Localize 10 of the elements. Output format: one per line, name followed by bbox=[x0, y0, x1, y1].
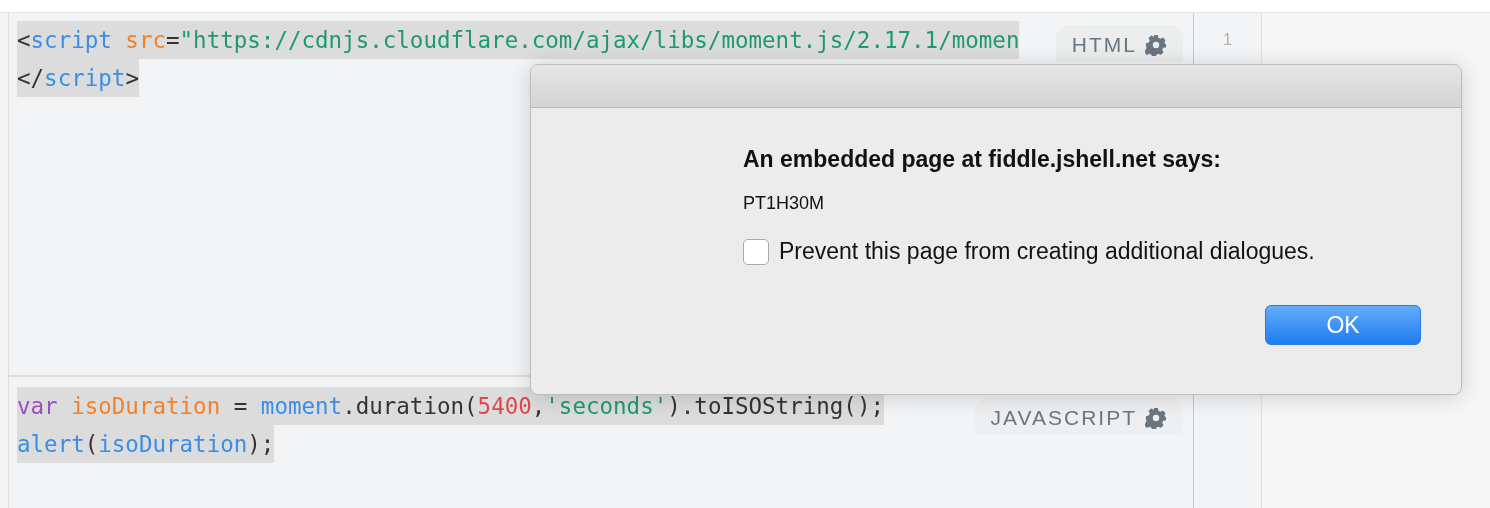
checkbox[interactable] bbox=[743, 238, 769, 265]
line-number: 1 bbox=[1223, 31, 1232, 48]
checkbox-label: Prevent this page from creating additional dialogues. bbox=[779, 238, 1315, 265]
ok-button[interactable]: OK bbox=[1265, 305, 1421, 345]
settings-icon[interactable] bbox=[1145, 407, 1167, 429]
panel-label[interactable]: HTML bbox=[1055, 25, 1183, 61]
dialog-message: PT1H30M bbox=[743, 193, 826, 214]
settings-icon[interactable] bbox=[1145, 34, 1167, 56]
dialog-title: An embedded page at fiddle.jshell.net says: bbox=[743, 146, 1222, 173]
panel-label[interactable]: JAVASCRIPT bbox=[974, 397, 1183, 435]
